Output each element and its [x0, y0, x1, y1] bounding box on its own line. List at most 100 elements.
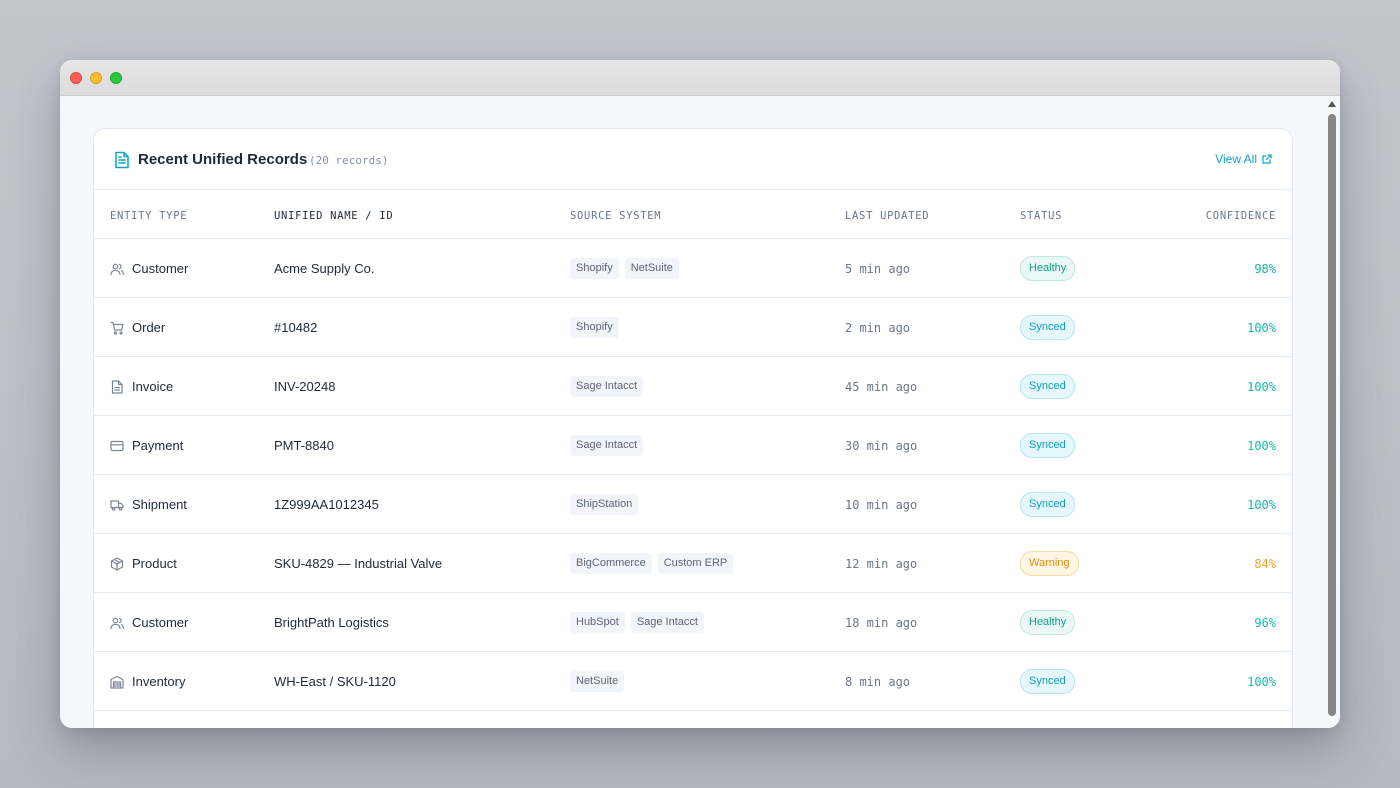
- status-cell: Healthy: [1020, 239, 1076, 298]
- entity-type-cell: Order: [110, 298, 165, 357]
- table-header: Entity Type Unified Name / ID Source Sys…: [94, 190, 1292, 239]
- status-badge: Synced: [1020, 315, 1075, 340]
- entity-type-cell: Customer: [110, 239, 188, 298]
- unified-name-cell[interactable]: BrightPath Logistics: [274, 593, 389, 652]
- table-row[interactable]: Invoice INV-20248 Sage Intacct 45 min ag…: [94, 357, 1292, 416]
- unified-name-cell[interactable]: PMT-8840: [274, 416, 334, 475]
- recent-records-panel: Recent Unified Records (20 records) View…: [93, 128, 1293, 728]
- column-header-name[interactable]: Unified Name / ID: [274, 210, 393, 222]
- unified-name-cell[interactable]: 1Z999AA1012345: [274, 475, 379, 534]
- panel-header: Recent Unified Records (20 records) View…: [94, 129, 1292, 190]
- unified-name-cell[interactable]: SKU-4829 — Industrial Valve: [274, 534, 442, 593]
- status-cell: Healthy: [1020, 593, 1076, 652]
- confidence-cell: 96%: [1254, 615, 1276, 630]
- entity-type-cell: Inventory: [110, 652, 185, 711]
- document-icon: [115, 151, 129, 169]
- source-chip: ShipStation: [570, 494, 639, 515]
- source-system-cell: ShipStation: [570, 475, 639, 534]
- confidence-cell: 100%: [1247, 674, 1276, 689]
- table-body: Customer Acme Supply Co. Shopify NetSuite…: [94, 239, 1292, 711]
- credit-card-icon: [110, 440, 124, 451]
- source-chip: Shopify: [570, 258, 619, 279]
- table-row[interactable]: Shipment 1Z999AA1012345 ShipStation 10 m…: [94, 475, 1292, 534]
- external-link-icon: [1262, 154, 1272, 164]
- unified-name-cell[interactable]: WH-East / SKU-1120: [274, 652, 396, 711]
- last-updated-cell: 2 min ago: [845, 320, 911, 335]
- confidence-cell: 98%: [1254, 261, 1276, 276]
- users-icon: [110, 263, 124, 275]
- unified-name-cell[interactable]: #10482: [274, 298, 317, 357]
- table-row[interactable]: Customer BrightPath Logistics HubSpot Sag…: [94, 593, 1292, 652]
- confidence-cell: 100%: [1247, 497, 1276, 512]
- status-cell: Synced: [1020, 416, 1075, 475]
- entity-type-label: Shipment: [132, 497, 187, 512]
- status-badge: Synced: [1020, 669, 1075, 694]
- minimize-window-button[interactable]: [90, 72, 102, 84]
- vertical-scrollbar[interactable]: [1324, 96, 1340, 728]
- column-header-entity-type[interactable]: Entity Type: [110, 210, 187, 222]
- table-row[interactable]: Order #10482 Shopify 2 min ago Synced 10…: [94, 298, 1292, 357]
- table-row-partial[interactable]: [94, 711, 1292, 728]
- last-updated-cell: 12 min ago: [845, 556, 918, 571]
- entity-type-label: Customer: [132, 615, 189, 630]
- last-updated-cell: 10 min ago: [845, 497, 918, 512]
- status-cell: Synced: [1020, 357, 1075, 416]
- maximize-window-button[interactable]: [110, 72, 122, 84]
- source-chip: NetSuite: [570, 671, 625, 692]
- source-system-cell: Sage Intacct: [570, 416, 644, 475]
- source-system-cell: BigCommerce Custom ERP: [570, 534, 734, 593]
- table-row[interactable]: Inventory WH-East / SKU-1120 NetSuite 8 …: [94, 652, 1292, 711]
- scrollbar-thumb[interactable]: [1328, 114, 1336, 716]
- truck-icon: [110, 499, 124, 511]
- source-chip: Sage Intacct: [630, 612, 704, 633]
- users-icon: [110, 617, 124, 629]
- confidence-cell: 100%: [1247, 438, 1276, 453]
- status-badge: Synced: [1020, 374, 1075, 399]
- document-icon: [111, 379, 123, 394]
- unified-name-cell[interactable]: INV-20248: [274, 357, 335, 416]
- source-system-cell: Sage Intacct: [570, 357, 644, 416]
- status-cell: Synced: [1020, 475, 1075, 534]
- column-header-status[interactable]: Status: [1020, 210, 1062, 222]
- source-chip: Sage Intacct: [570, 376, 644, 397]
- status-cell: Synced: [1020, 652, 1075, 711]
- last-updated-cell: 18 min ago: [845, 615, 918, 630]
- entity-type-label: Payment: [132, 438, 184, 453]
- page-content: Recent Unified Records (20 records) View…: [60, 96, 1340, 728]
- package-icon: [110, 556, 124, 571]
- close-window-button[interactable]: [70, 72, 82, 84]
- entity-type-cell: Product: [110, 534, 177, 593]
- browser-window: Recent Unified Records (20 records) View…: [60, 60, 1340, 728]
- unified-name-cell[interactable]: Acme Supply Co.: [274, 239, 374, 298]
- view-all-link[interactable]: View All: [1215, 152, 1272, 166]
- source-chip: HubSpot: [570, 612, 625, 633]
- table-row[interactable]: Payment PMT-8840 Sage Intacct 30 min ago…: [94, 416, 1292, 475]
- source-chip: Custom ERP: [657, 553, 734, 574]
- status-badge: Healthy: [1020, 610, 1076, 635]
- source-chip: Sage Intacct: [570, 435, 644, 456]
- warehouse-icon: [110, 675, 124, 689]
- last-updated-cell: 8 min ago: [845, 674, 911, 689]
- entity-type-cell: Invoice: [110, 357, 173, 416]
- status-badge: Synced: [1020, 492, 1075, 517]
- entity-type-label: Invoice: [132, 379, 174, 394]
- table-row[interactable]: Product SKU-4829 — Industrial Valve BigC…: [94, 534, 1292, 593]
- cart-icon: [110, 321, 124, 335]
- column-header-updated[interactable]: Last Updated: [845, 210, 929, 222]
- column-header-confidence[interactable]: Confidence: [1206, 210, 1276, 222]
- entity-type-cell: Shipment: [110, 475, 187, 534]
- confidence-cell: 100%: [1247, 320, 1276, 335]
- view-all-label: View All: [1215, 152, 1257, 166]
- status-badge: Synced: [1020, 433, 1075, 458]
- scroll-up-arrow-icon[interactable]: [1328, 101, 1336, 107]
- table-row[interactable]: Customer Acme Supply Co. Shopify NetSuite…: [94, 239, 1292, 298]
- last-updated-cell: 30 min ago: [845, 438, 918, 453]
- source-system-cell: NetSuite: [570, 652, 625, 711]
- status-badge: Healthy: [1020, 256, 1076, 281]
- title-bar: [60, 60, 1340, 96]
- column-header-source[interactable]: Source System: [570, 210, 661, 222]
- record-count: (20 records): [309, 154, 389, 167]
- source-chip: Shopify: [570, 317, 619, 338]
- entity-type-cell: Customer: [110, 593, 188, 652]
- source-system-cell: HubSpot Sage Intacct: [570, 593, 704, 652]
